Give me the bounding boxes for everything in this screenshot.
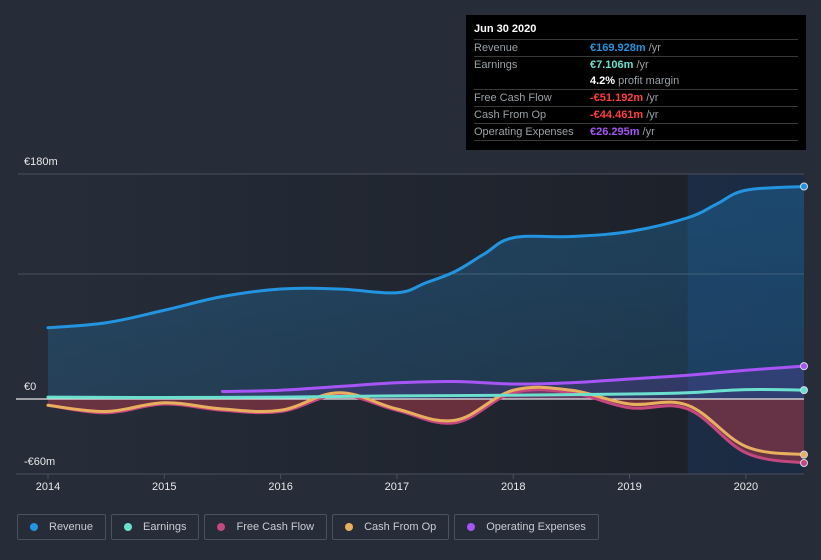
endpoint-operating-expenses	[800, 362, 808, 371]
legend-dot-icon	[345, 523, 354, 531]
legend-item-cash-from-op[interactable]: Cash From Op	[332, 514, 450, 540]
endpoint-revenue	[800, 182, 808, 191]
y-tick-label: €0	[24, 381, 37, 393]
tooltip-unit: /yr	[636, 59, 649, 71]
legend-dot-icon	[467, 523, 476, 531]
legend-dot-icon	[30, 523, 38, 531]
tooltip-label: Revenue	[474, 42, 519, 54]
tooltip-unit: /yr	[646, 109, 659, 121]
tooltip-value: -€51.192m	[590, 92, 644, 104]
tooltip-unit: /yr	[646, 92, 659, 104]
legend-item-earnings[interactable]: Earnings	[111, 514, 200, 540]
legend-item-free-cash-flow[interactable]: Free Cash Flow	[204, 514, 328, 540]
tooltip-value: €169.928m	[590, 42, 646, 54]
tooltip-row: Cash From Op -€44.461m/yr	[474, 107, 798, 124]
legend-label: Operating Expenses	[486, 521, 586, 533]
x-tick-label: 2016	[268, 481, 293, 493]
legend-label: Free Cash Flow	[236, 521, 315, 533]
tooltip-label: Free Cash Flow	[474, 92, 552, 104]
legend-item-revenue[interactable]: Revenue	[17, 514, 107, 540]
tooltip-row: Revenue €169.928m/yr	[474, 40, 798, 57]
tooltip-value: 4.2%	[590, 75, 616, 87]
tooltip-row: Operating Expenses €26.295m/yr	[474, 124, 798, 141]
x-tick-label: 2015	[152, 481, 177, 493]
tooltip-label: Cash From Op	[474, 109, 547, 121]
endpoint-cash-from-op	[800, 450, 808, 459]
tooltip-label: Operating Expenses	[474, 126, 574, 138]
tooltip-unit: /yr	[648, 42, 661, 54]
tooltip-value: €7.106m	[590, 59, 634, 71]
tooltip: Jun 30 2020 Revenue €169.928m/yr Earnings €…	[466, 15, 806, 150]
x-tick-label: 2014	[35, 481, 61, 493]
legend-label: Earnings	[143, 521, 187, 533]
x-tick-label: 2019	[617, 481, 642, 493]
tooltip-value: €26.295m	[590, 126, 640, 138]
x-tick-label: 2020	[733, 481, 759, 493]
legend-label: Cash From Op	[364, 521, 437, 533]
tooltip-value: -€44.461m	[590, 109, 644, 121]
endpoint-earnings	[800, 386, 808, 395]
legend: Revenue Earnings Free Cash Flow Cash From O…	[17, 514, 599, 540]
tooltip-date: Jun 30 2020	[474, 23, 798, 40]
legend-label: Revenue	[49, 521, 94, 533]
tooltip-row: 4.2% profit margin	[474, 73, 798, 90]
tooltip-row: Free Cash Flow -€51.192m/yr	[474, 90, 798, 107]
legend-item-operating-expenses[interactable]: Operating Expenses	[454, 514, 599, 540]
tooltip-unit: /yr	[642, 126, 655, 138]
endpoint-free-cash-flow	[800, 459, 808, 467]
y-tick-label: €180m	[24, 156, 58, 168]
y-tick-label: -€60m	[24, 456, 56, 468]
legend-dot-icon	[124, 523, 133, 531]
x-tick-label: 2017	[384, 481, 410, 493]
tooltip-unit: profit margin	[618, 75, 680, 87]
legend-dot-icon	[217, 523, 226, 531]
tooltip-row: Earnings €7.106m/yr	[474, 57, 798, 73]
tooltip-label	[474, 73, 590, 89]
x-tick-label: 2018	[500, 481, 526, 493]
tooltip-label: Earnings	[474, 59, 518, 71]
